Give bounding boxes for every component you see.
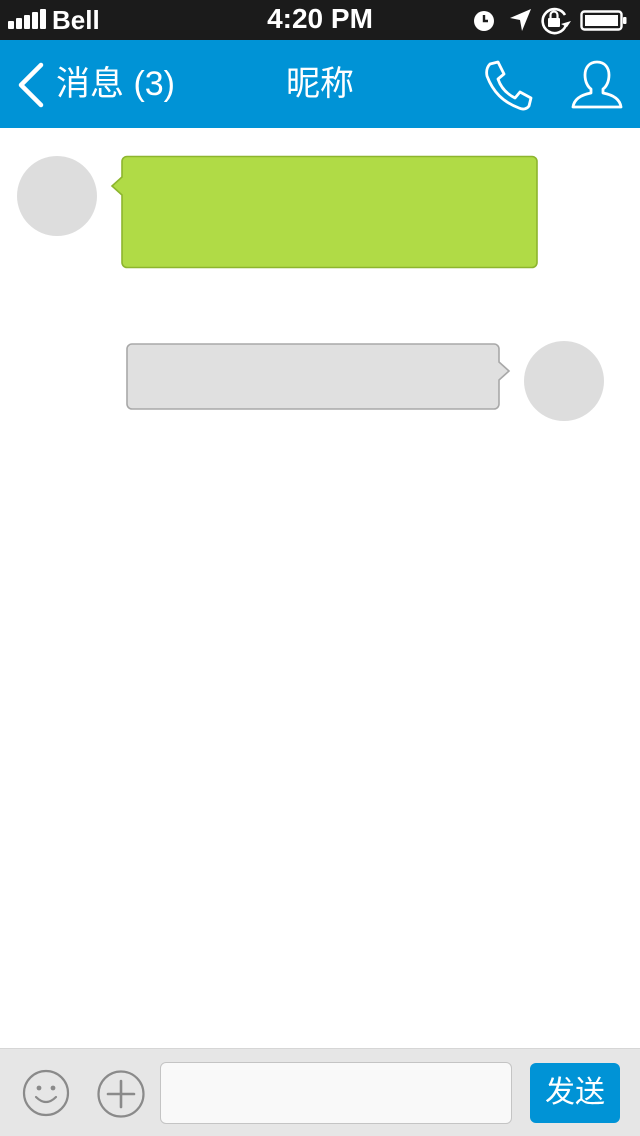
- incoming-message-bubble: [109, 155, 539, 270]
- alarm-clock-icon: [474, 11, 494, 31]
- contact-avatar[interactable]: [17, 156, 97, 236]
- person-icon: [571, 60, 623, 109]
- plus-circle-icon: [97, 1070, 145, 1118]
- add-attachment-button[interactable]: [96, 1069, 146, 1119]
- back-label: 消息 (3): [56, 65, 175, 103]
- call-button[interactable]: [480, 58, 536, 112]
- contact-info-button[interactable]: [568, 58, 626, 112]
- input-bar: 发送: [0, 1048, 640, 1136]
- page-title: 昵称: [286, 65, 354, 103]
- smiley-icon: [22, 1069, 70, 1117]
- send-button[interactable]: 发送: [530, 1063, 620, 1123]
- battery-icon: [580, 10, 627, 31]
- nav-bar: 消息 (3) 昵称: [0, 40, 640, 128]
- chevron-left-icon: [18, 62, 44, 108]
- message-input[interactable]: [160, 1062, 512, 1124]
- my-avatar[interactable]: [524, 341, 604, 421]
- outgoing-message-bubble: [125, 342, 515, 412]
- location-arrow-icon: [510, 9, 531, 31]
- phone-icon: [485, 60, 533, 111]
- status-bar: Bell 4:20 PM: [0, 0, 640, 40]
- rotation-lock-icon: [541, 7, 571, 35]
- emoji-button[interactable]: [22, 1069, 70, 1117]
